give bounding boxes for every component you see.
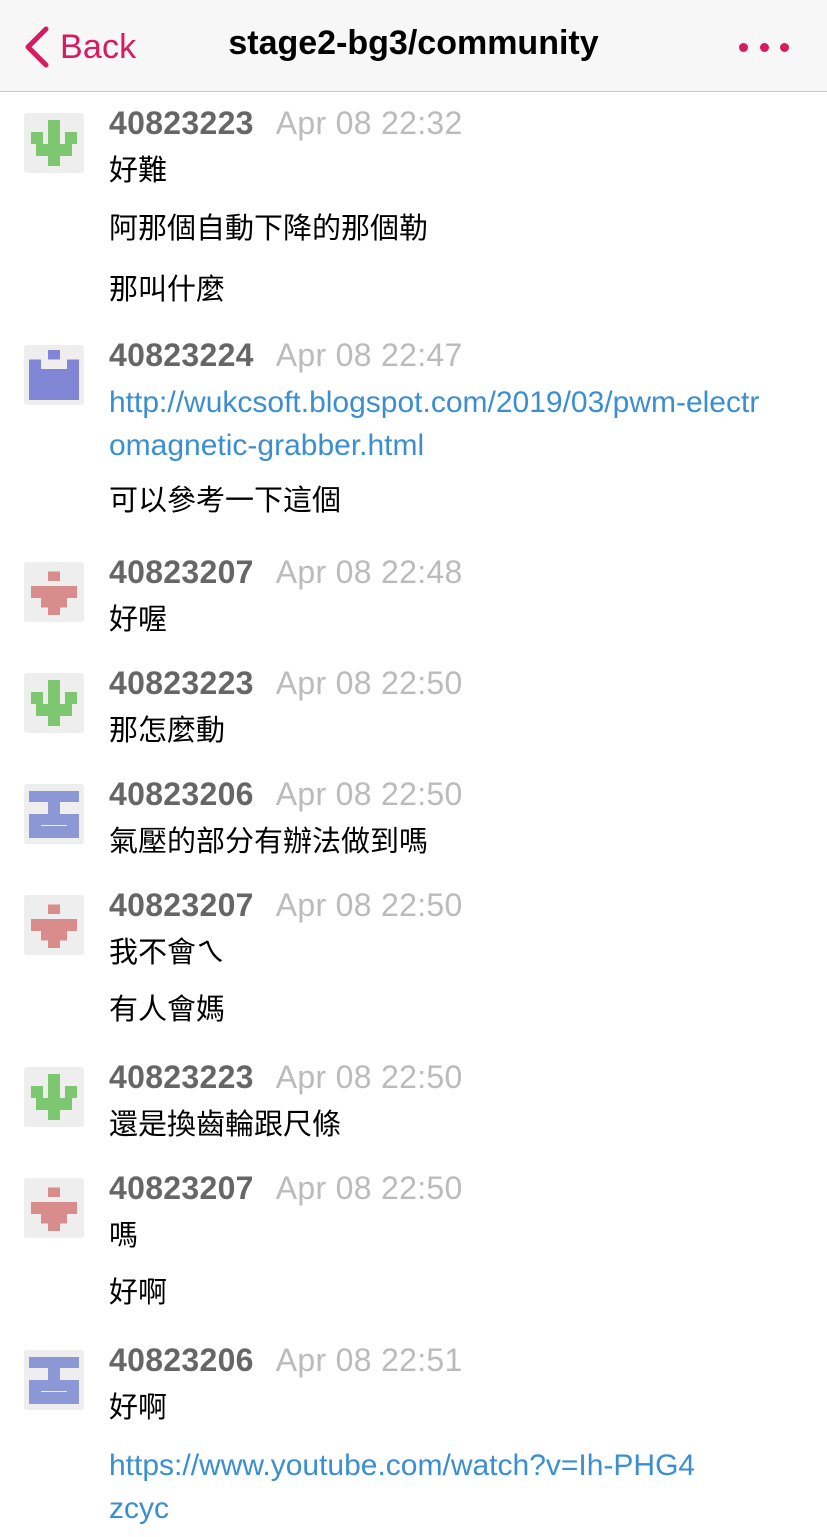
periwinkle-identicon-icon: [28, 791, 80, 838]
message-item: 40823207 Apr 08 22:50 我不會ㄟ 有人會媽: [0, 875, 827, 1045]
message-header: 40823206 Apr 08 22:51: [109, 1342, 463, 1379]
periwinkle-identicon-icon: [28, 1357, 80, 1404]
message-header: 40823223 Apr 08 22:50: [109, 1059, 463, 1096]
message-text: 阿那個自動下降的那個勒: [109, 211, 429, 245]
green-identicon-icon: [31, 1074, 77, 1120]
message-list[interactable]: 40823223 Apr 08 22:32 好難 阿那個自動下降的那個勒 那叫什麼…: [0, 93, 827, 1537]
message-text: 那怎麼動: [109, 713, 226, 747]
message-text: 嗎: [109, 1218, 139, 1252]
message-text: 好啊: [109, 1275, 168, 1309]
rose-identicon-icon: [31, 1187, 77, 1231]
avatar[interactable]: [24, 895, 84, 955]
timestamp: Apr 08 22:48: [275, 554, 463, 590]
message-text: 我不會ㄟ: [109, 935, 226, 969]
message-text: 好喔: [109, 602, 168, 636]
avatar[interactable]: [24, 113, 84, 173]
more-options-button[interactable]: [739, 38, 789, 56]
timestamp: Apr 08 22:50: [275, 665, 463, 701]
avatar[interactable]: [24, 673, 84, 733]
rose-identicon-icon: [31, 571, 77, 615]
username[interactable]: 40823207: [109, 554, 254, 590]
message-text: 氣壓的部分有辦法做到嗎: [109, 824, 429, 858]
back-label: Back: [60, 27, 137, 66]
more-dot: [739, 42, 748, 52]
message-text: 有人會媽: [109, 992, 226, 1026]
message-item: 40823207 Apr 08 22:48 好喔: [0, 542, 827, 652]
avatar[interactable]: [24, 1067, 84, 1127]
message-item: 40823206 Apr 08 22:51 好啊 https://www.yout…: [0, 1330, 827, 1537]
avatar[interactable]: [24, 1178, 84, 1238]
green-identicon-icon: [31, 120, 77, 166]
message-item: 40823206 Apr 08 22:50 氣壓的部分有辦法做到嗎: [0, 764, 827, 874]
message-text: 還是換齒輪跟尺條: [109, 1107, 342, 1141]
username[interactable]: 40823224: [109, 337, 254, 373]
avatar[interactable]: [24, 784, 84, 844]
username[interactable]: 40823223: [109, 1059, 254, 1095]
message-item: 40823223 Apr 08 22:50 還是換齒輪跟尺條: [0, 1047, 827, 1157]
timestamp: Apr 08 22:51: [275, 1342, 463, 1378]
username[interactable]: 40823207: [109, 1170, 254, 1206]
username[interactable]: 40823207: [109, 887, 254, 923]
avatar[interactable]: [24, 345, 84, 405]
username[interactable]: 40823223: [109, 105, 254, 141]
green-identicon-icon: [31, 680, 77, 726]
message-header: 40823224 Apr 08 22:47: [109, 337, 463, 374]
message-text: 可以參考一下這個: [109, 483, 342, 517]
timestamp: Apr 08 22:50: [275, 1170, 463, 1206]
indigo-identicon-icon: [28, 349, 80, 401]
message-header: 40823207 Apr 08 22:50: [109, 1170, 463, 1207]
navigation-bar: Back stage2-bg3/community: [0, 0, 827, 92]
message-header: 40823223 Apr 08 22:50: [109, 665, 463, 702]
back-button[interactable]: Back: [22, 22, 136, 72]
timestamp: Apr 08 22:50: [275, 1059, 463, 1095]
more-dot: [780, 42, 789, 52]
chevron-left-icon: [25, 26, 49, 68]
message-header: 40823207 Apr 08 22:48: [109, 554, 463, 591]
username[interactable]: 40823206: [109, 1342, 254, 1378]
timestamp: Apr 08 22:50: [275, 776, 463, 812]
message-link[interactable]: https://www.youtube.com/watch?v=Ih-PHG4z…: [109, 1444, 709, 1530]
more-dot: [759, 42, 769, 52]
message-header: 40823206 Apr 08 22:50: [109, 776, 463, 813]
message-item: 40823224 Apr 08 22:47 http://wukcsoft.blo…: [0, 325, 827, 540]
rose-identicon-icon: [31, 904, 77, 948]
message-link[interactable]: http://wukcsoft.blogspot.com/2019/03/pwm…: [109, 381, 769, 467]
message-text: 那叫什麼: [109, 272, 226, 306]
message-text: 好難: [109, 153, 168, 187]
message-text: 好啊: [109, 1390, 168, 1424]
message-header: 40823207 Apr 08 22:50: [109, 887, 463, 924]
avatar[interactable]: [24, 562, 84, 622]
username[interactable]: 40823223: [109, 665, 254, 701]
timestamp: Apr 08 22:47: [275, 337, 463, 373]
message-item: 40823223 Apr 08 22:50 那怎麼動: [0, 653, 827, 763]
message-item: 40823223 Apr 08 22:32 好難 阿那個自動下降的那個勒 那叫什麼: [0, 93, 827, 333]
message-item: 40823207 Apr 08 22:50 嗎 好啊: [0, 1158, 827, 1328]
timestamp: Apr 08 22:50: [275, 887, 463, 923]
message-header: 40823223 Apr 08 22:32: [109, 105, 463, 142]
timestamp: Apr 08 22:32: [275, 105, 463, 141]
avatar[interactable]: [24, 1350, 84, 1410]
username[interactable]: 40823206: [109, 776, 254, 812]
